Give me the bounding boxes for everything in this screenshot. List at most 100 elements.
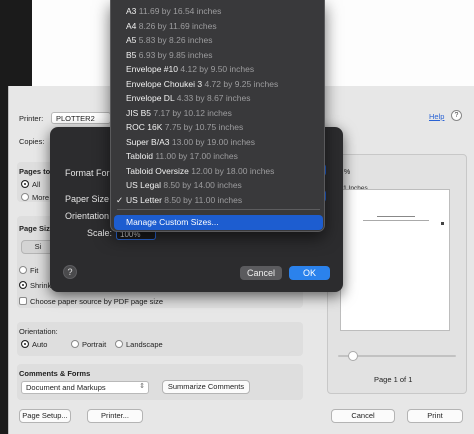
- paper-size-name: US Letter: [126, 194, 162, 205]
- page-setup-cancel-button[interactable]: Cancel: [240, 266, 282, 280]
- page-sizing-label: Page Siz: [19, 224, 50, 233]
- help-circle-icon[interactable]: ?: [451, 110, 462, 121]
- comments-label: Comments & Forms: [19, 369, 91, 378]
- paper-size-dimensions: 8.50 by 11.00 inches: [164, 194, 243, 205]
- orientation-label: Orientation: [65, 211, 110, 221]
- paper-size-dimensions: 7.75 by 10.75 inches: [164, 122, 244, 132]
- paper-size-dimensions: 7.17 by 10.12 inches: [153, 107, 232, 118]
- shrink-radio[interactable]: Shrink: [19, 281, 51, 290]
- paper-source-label: Choose paper source by PDF page size: [30, 297, 163, 306]
- fit-radio[interactable]: Fit: [19, 266, 38, 275]
- paper-size-dimensions: 4.12 by 9.50 inches: [180, 64, 255, 74]
- preview-page: [340, 189, 450, 331]
- orientation-landscape-radio[interactable]: Landscape: [115, 340, 163, 349]
- orientation-portrait-label: Portrait: [82, 340, 107, 349]
- paper-size-item[interactable]: Tabloid 11.00 by 17.00 inches: [111, 149, 324, 164]
- scale-label: Scale:: [87, 228, 113, 238]
- summarize-comments-button[interactable]: Summarize Comments: [162, 380, 250, 394]
- paper-size-item[interactable]: ✓ US Letter 8.50 by 11.00 inches: [111, 193, 324, 208]
- paper-size-item[interactable]: US Legal 8.50 by 14.00 inches: [111, 178, 324, 193]
- paper-size-name: US Legal: [126, 180, 161, 190]
- paper-size-dimensions: 4.33 by 8.67 inches: [176, 93, 251, 103]
- paper-size-dimensions: 12.00 by 18.00 inches: [191, 165, 275, 176]
- page-setup-ok-button[interactable]: OK: [289, 266, 330, 280]
- help-link[interactable]: Help: [429, 112, 444, 121]
- paper-size-name: Tabloid Oversize: [126, 165, 189, 176]
- paper-size-name: B5: [126, 49, 137, 60]
- preview-scale-percent: %: [344, 169, 351, 176]
- preview-text-line: [377, 216, 415, 217]
- radio-icon: [115, 340, 123, 348]
- paper-size-item[interactable]: A3 11.69 by 16.54 inches: [111, 4, 324, 19]
- radio-icon: [19, 266, 27, 274]
- orientation-portrait-radio[interactable]: Portrait: [71, 340, 106, 349]
- format-for-label: Format For: [65, 168, 110, 178]
- cancel-button[interactable]: Cancel: [331, 409, 395, 423]
- fit-label: Fit: [30, 266, 39, 275]
- paper-size-name: A5: [126, 35, 137, 45]
- print-preview-panel: % 11 Inches Page 1 of 1: [327, 154, 467, 394]
- radio-selected-icon: [21, 180, 29, 188]
- pages-all-label: All: [32, 180, 41, 189]
- paper-source-checkbox[interactable]: Choose paper source by PDF page size: [19, 297, 163, 306]
- paper-size-dimensions: 5.83 by 8.26 inches: [138, 35, 213, 45]
- paper-size-item[interactable]: Envelope #10 4.12 by 9.50 inches: [111, 62, 324, 77]
- paper-size-menu: A3 11.69 by 16.54 inches A4 8.26 by 11.69…: [110, 0, 325, 232]
- paper-size-item[interactable]: Envelope Choukei 3 4.72 by 9.25 inches: [111, 77, 324, 92]
- orientation-auto-label: Auto: [32, 340, 48, 349]
- paper-size-item[interactable]: Super B/A3 13.00 by 19.00 inches: [111, 135, 324, 150]
- copies-label: Copies:: [19, 137, 45, 146]
- orientation-landscape-label: Landscape: [126, 340, 163, 349]
- page-indicator: Page 1 of 1: [374, 375, 413, 384]
- paper-size-item[interactable]: Tabloid Oversize 12.00 by 18.00 inches: [111, 164, 324, 179]
- orientation-group: [17, 322, 303, 356]
- paper-size-name: A4: [126, 20, 137, 31]
- preview-text-line: [363, 220, 429, 221]
- page-setup-button[interactable]: Page Setup...: [19, 409, 71, 423]
- paper-size-name: Tabloid: [126, 151, 153, 161]
- paper-size-item[interactable]: ROC 16K 7.75 by 10.75 inches: [111, 120, 324, 135]
- pages-label: Pages to: [19, 167, 51, 176]
- radio-icon: [21, 193, 29, 201]
- radio-selected-icon: [19, 281, 27, 289]
- checkbox-icon: [19, 297, 27, 305]
- comments-select-value: Document and Markups: [26, 383, 106, 392]
- menu-separator: [117, 209, 320, 210]
- radio-icon: [71, 340, 79, 348]
- help-icon[interactable]: ?: [63, 265, 77, 279]
- radio-selected-icon: [21, 340, 29, 348]
- print-button[interactable]: Print: [407, 409, 463, 423]
- printer-label: Printer:: [19, 114, 44, 123]
- paper-size-item[interactable]: A5 5.83 by 8.26 inches: [111, 33, 324, 48]
- paper-size-item[interactable]: JIS B5 7.17 by 10.12 inches: [111, 106, 324, 121]
- manage-custom-sizes-label: Manage Custom Sizes...: [126, 217, 219, 227]
- paper-size-name: Super B/A3: [126, 136, 170, 147]
- printer-select[interactable]: PLOTTER2: [51, 112, 111, 124]
- paper-size-name: Envelope #10: [126, 64, 178, 74]
- paper-size-name: JIS B5: [126, 107, 152, 118]
- chevron-updown-icon: ⇕: [139, 383, 145, 390]
- preview-mark: [441, 222, 444, 225]
- page-slider-knob[interactable]: [348, 351, 358, 361]
- paper-size-dimensions: 4.72 by 9.25 inches: [204, 78, 279, 89]
- paper-size-item[interactable]: A4 8.26 by 11.69 inches: [111, 19, 324, 34]
- comments-select[interactable]: Document and Markups ⇕: [21, 381, 149, 394]
- paper-size-item[interactable]: B5 6.93 by 9.85 inches: [111, 48, 324, 63]
- paper-size-dimensions: 8.26 by 11.69 inches: [138, 20, 217, 31]
- paper-size-name: ROC 16K: [126, 122, 163, 132]
- shrink-label: Shrink: [30, 281, 52, 290]
- paper-size-dimensions: 13.00 by 19.00 inches: [171, 136, 256, 147]
- paper-size-dimensions: 11.00 by 17.00 inches: [155, 151, 238, 161]
- orientation-auto-radio[interactable]: Auto: [21, 340, 47, 349]
- orientation-label: Orientation:: [19, 327, 58, 336]
- checkmark-icon: ✓: [116, 194, 124, 205]
- pages-all-radio[interactable]: All: [21, 180, 40, 189]
- printer-button[interactable]: Printer...: [87, 409, 143, 423]
- paper-size-name: A3: [126, 6, 137, 16]
- paper-size-dimensions: 11.69 by 16.54 inches: [138, 6, 222, 16]
- paper-size-dimensions: 8.50 by 14.00 inches: [163, 180, 242, 190]
- paper-size-item[interactable]: Envelope DL 4.33 by 8.67 inches: [111, 91, 324, 106]
- paper-size-dimensions: 6.93 by 9.85 inches: [138, 49, 213, 60]
- manage-custom-sizes-item[interactable]: Manage Custom Sizes...: [114, 215, 323, 230]
- paper-size-name: Envelope Choukei 3: [126, 78, 203, 89]
